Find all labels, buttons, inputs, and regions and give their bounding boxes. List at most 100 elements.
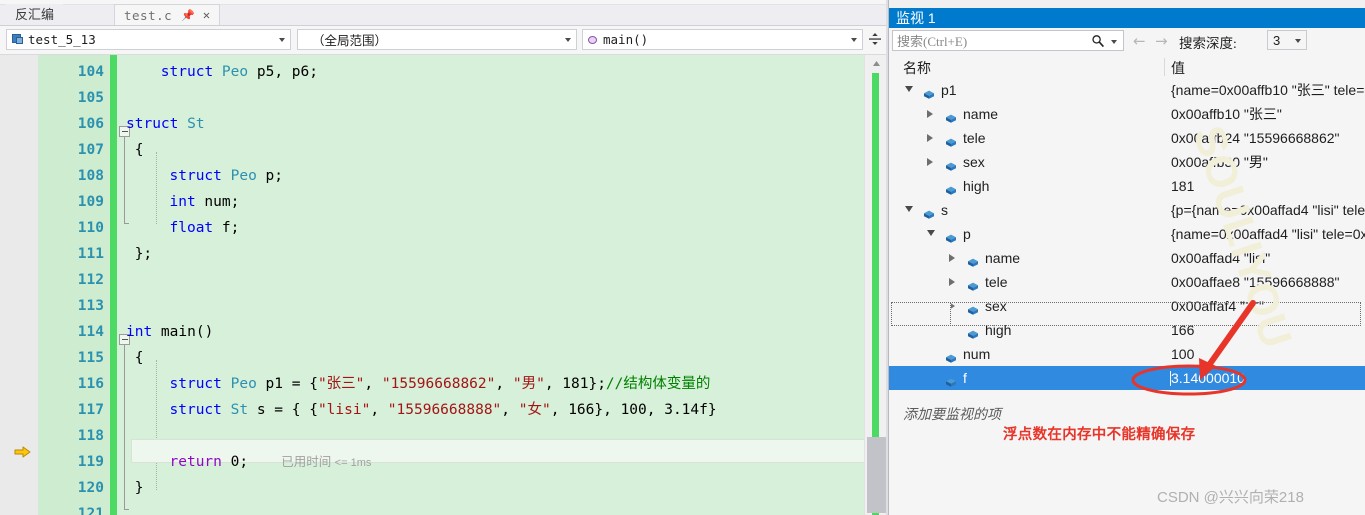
code-line[interactable]: 120} — [0, 475, 888, 501]
vs-debugger-screenshot: 反汇编 test.c 📌 ✕ test_5_13 （全局范围） main() 1… — [0, 0, 1365, 515]
line-text: struct St s = { {"lisi", "15596668888", … — [169, 402, 717, 418]
close-icon[interactable]: ✕ — [203, 8, 210, 22]
watch-row[interactable]: sex 0x00affb30 "男" — [889, 150, 1365, 174]
watch-row[interactable]: sex 0x00affaf4 "女" — [889, 294, 1365, 318]
column-header-value[interactable]: 值 — [1171, 58, 1185, 78]
line-number: 107 — [77, 142, 104, 158]
column-header-name[interactable]: 名称 — [903, 58, 931, 78]
line-number: 120 — [77, 480, 104, 496]
expander-expand-icon[interactable] — [949, 254, 955, 262]
editor-vertical-scrollbar[interactable] — [864, 55, 888, 515]
watch-row[interactable]: s {p={name=0x00affad4 "lisi" tele= — [889, 198, 1365, 222]
watch-row-value[interactable]: 166 — [1171, 318, 1194, 342]
expander-expand-icon[interactable] — [927, 110, 933, 118]
code-line[interactable]: 112 — [0, 267, 888, 293]
expander-collapse-icon[interactable] — [927, 230, 935, 236]
arrow-right-icon[interactable]: → — [1155, 32, 1168, 50]
watch-row-name: tele — [963, 130, 986, 146]
watch-row[interactable]: num 100 — [889, 342, 1365, 366]
watch-row-value[interactable]: 181 — [1171, 174, 1194, 198]
watch-row-value[interactable]: 0x00affaf4 "女" — [1171, 294, 1264, 318]
scroll-up-icon[interactable] — [865, 55, 888, 72]
code-line[interactable]: 119 return 0; 已用时间 <= 1ms — [0, 449, 888, 475]
search-depth-dropdown[interactable]: 3 — [1267, 30, 1307, 50]
line-number: 119 — [77, 454, 104, 470]
watch-row[interactable]: high 166 — [889, 318, 1365, 342]
scrollbar-thumb[interactable] — [867, 437, 886, 513]
watch-toolbar: 搜索(Ctrl+E) ← → 搜索深度: 3 — [889, 28, 1365, 53]
search-input[interactable]: 搜索(Ctrl+E) — [892, 30, 1124, 51]
line-text: } — [134, 480, 144, 496]
watch-title-bar[interactable]: 监视 1 — [889, 8, 1365, 28]
chevron-down-icon — [565, 37, 571, 42]
code-line[interactable]: 115 { — [0, 345, 888, 371]
watch-row-value[interactable]: {name=0x00affad4 "lisi" tele=0x — [1171, 222, 1365, 246]
watch-row-name: p1 — [941, 82, 957, 98]
field-cube-icon — [945, 372, 957, 387]
watch-row-value[interactable]: 0x00affb24 "15596668862" — [1171, 126, 1340, 150]
code-line[interactable]: 108 struct Peo p; — [0, 163, 888, 189]
code-line[interactable]: 106 struct St — [0, 111, 888, 137]
watch-row-name: sex — [985, 298, 1007, 314]
code-line[interactable]: 113 — [0, 293, 888, 319]
watch-row-value[interactable]: 0x00affb30 "男" — [1171, 150, 1268, 174]
code-line[interactable]: 114 int main() — [0, 319, 888, 345]
watch-row[interactable]: name 0x00affad4 "lisi" — [889, 246, 1365, 270]
watch-row[interactable]: tele 0x00affae8 "15596668888" — [889, 270, 1365, 294]
watch-row[interactable]: tele 0x00affb24 "15596668862" — [889, 126, 1365, 150]
arrow-left-icon[interactable]: ← — [1133, 32, 1146, 50]
line-number: 111 — [77, 246, 104, 262]
watch-row-value[interactable]: 0x00affae8 "15596668888" — [1171, 270, 1340, 294]
line-text: struct Peo p1 = {"张三", "15596668862", "男… — [169, 376, 711, 392]
code-line[interactable]: 104 struct Peo p5, p6; — [0, 59, 888, 85]
column-splitter[interactable] — [1164, 58, 1165, 76]
watch-title-label: 监视 1 — [896, 10, 936, 26]
search-icon[interactable] — [1091, 34, 1105, 48]
scope-dropdown[interactable]: （全局范围） — [297, 29, 577, 50]
watch-row-name: sex — [963, 154, 985, 170]
selected-row-name-focus-box — [891, 302, 951, 326]
expander-expand-icon[interactable] — [927, 134, 933, 142]
split-view-icon[interactable] — [866, 30, 884, 48]
tab-disassembly[interactable]: 反汇编 — [6, 4, 64, 25]
watch-row-value[interactable]: 0x00affad4 "lisi" — [1171, 246, 1270, 270]
watch-row[interactable]: p {name=0x00affad4 "lisi" tele=0x — [889, 222, 1365, 246]
watch-row-value[interactable]: 0x00affb10 "张三" — [1171, 102, 1282, 126]
code-line[interactable]: 107 { — [0, 137, 888, 163]
field-cube-icon — [945, 180, 957, 195]
watch-row[interactable]: high 181 — [889, 174, 1365, 198]
watch-row[interactable]: f 3.14000010 — [889, 366, 1365, 390]
watch-row[interactable]: p1 {name=0x00affb10 "张三" tele=0 — [889, 78, 1365, 102]
watch-row[interactable]: name 0x00affb10 "张三" — [889, 102, 1365, 126]
line-number: 112 — [77, 272, 104, 288]
code-line[interactable]: 118 — [0, 423, 888, 449]
watch-row-value[interactable]: 3.14000010 — [1171, 366, 1245, 390]
watch-row-name: name — [963, 106, 999, 122]
watch-rows-container[interactable]: p1 {name=0x00affb10 "张三" tele=0 name 0x00af… — [889, 78, 1365, 396]
field-cube-icon — [923, 84, 935, 99]
expander-collapse-icon[interactable] — [905, 206, 913, 212]
search-options-chevron-icon[interactable] — [1111, 40, 1117, 44]
watch-row-name: high — [985, 322, 1012, 338]
code-line[interactable]: 121 — [0, 501, 888, 515]
code-line[interactable]: 116 struct Peo p1 = {"张三", "15596668862",… — [0, 371, 888, 397]
watch-column-header: 名称 值 — [889, 56, 1365, 79]
project-dropdown[interactable]: test_5_13 — [6, 29, 291, 50]
function-dropdown[interactable]: main() — [582, 29, 863, 50]
code-line[interactable]: 110 float f; — [0, 215, 888, 241]
code-surface[interactable]: 104 struct Peo p5, p6; 105 106 struct St 107 {… — [0, 55, 888, 515]
watch-row-value[interactable]: {p={name=0x00affad4 "lisi" tele= — [1171, 198, 1365, 222]
add-watch-item-hint[interactable]: 添加要监视的项 — [903, 404, 1001, 424]
line-text: struct Peo p; — [169, 168, 284, 184]
pin-icon[interactable]: 📌 — [181, 9, 195, 22]
expander-expand-icon[interactable] — [949, 278, 955, 286]
code-line[interactable]: 105 — [0, 85, 888, 111]
watch-row-value[interactable]: 100 — [1171, 342, 1194, 366]
tab-test-c[interactable]: test.c 📌 ✕ — [114, 4, 221, 25]
expander-expand-icon[interactable] — [927, 158, 933, 166]
expander-collapse-icon[interactable] — [905, 86, 913, 92]
watch-row-value[interactable]: {name=0x00affb10 "张三" tele=0 — [1171, 78, 1365, 102]
code-line[interactable]: 109 int num; — [0, 189, 888, 215]
code-line[interactable]: 117 struct St s = { {"lisi", "15596668888… — [0, 397, 888, 423]
code-line[interactable]: 111}; — [0, 241, 888, 267]
